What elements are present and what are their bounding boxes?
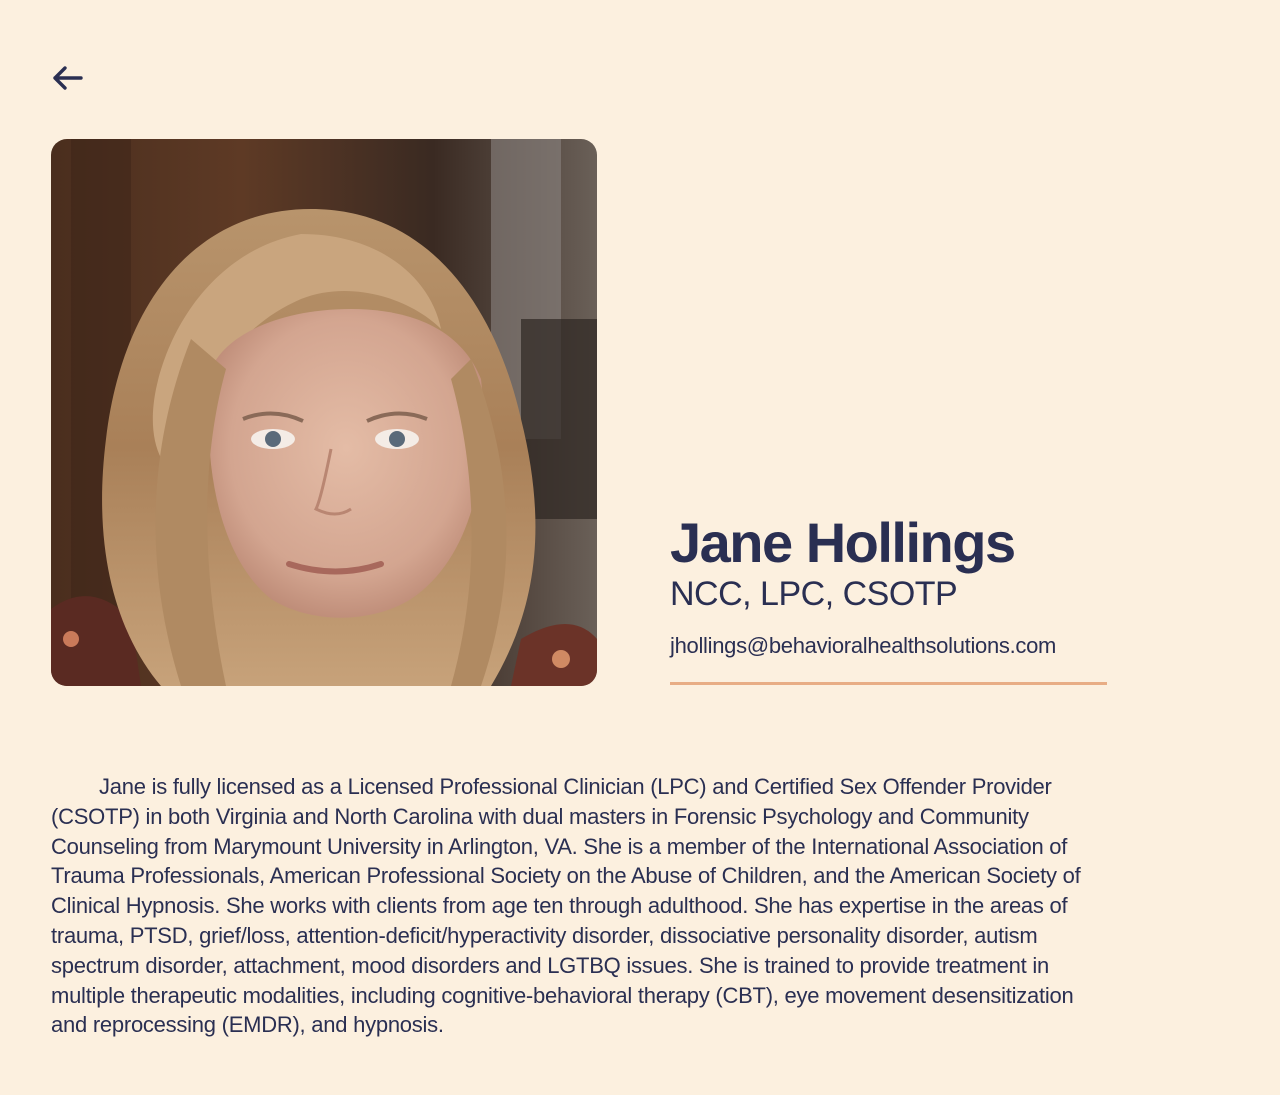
profile-credentials: NCC, LPC, CSOTP — [670, 575, 958, 613]
profile-email-link[interactable]: jhollings@behavioralhealthsolutions.com — [670, 632, 1107, 660]
profile-bio: Jane is fully licensed as a Licensed Pro… — [51, 774, 1081, 1038]
back-button[interactable] — [50, 62, 86, 94]
section-divider — [670, 682, 1107, 685]
profile-info: Jane Hollings NCC, LPC, CSOTP jhollings@… — [670, 512, 1107, 660]
profile-photo — [51, 139, 597, 686]
arrow-left-icon — [50, 62, 86, 94]
profile-name: Jane Hollings — [670, 511, 1016, 574]
